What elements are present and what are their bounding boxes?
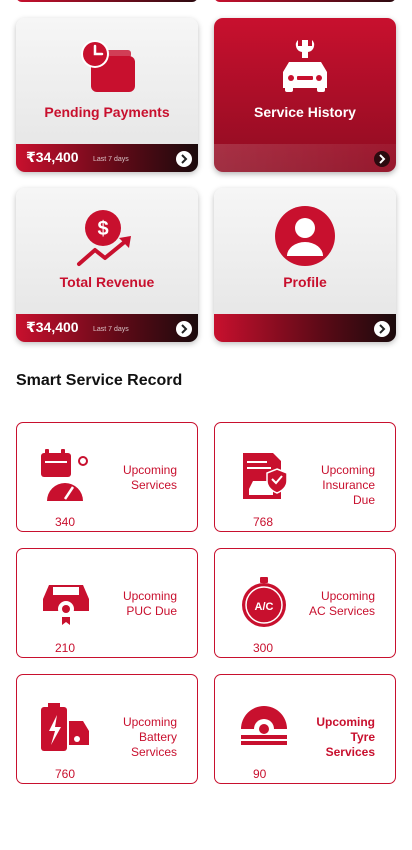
chevron-right-icon[interactable]	[374, 321, 390, 337]
card-label: Upcoming Insurance Due	[320, 463, 375, 507]
card-upcoming-puc[interactable]: Upcoming PUC Due 210	[16, 548, 198, 658]
pending-amount: ₹34,400	[26, 149, 79, 165]
card-label: Upcoming Tyre Services	[316, 715, 375, 759]
card-count: 90	[253, 767, 267, 781]
svg-text:$: $	[97, 218, 108, 240]
battery-car-icon	[41, 703, 89, 751]
card-count: 760	[55, 767, 76, 781]
calendar-gauge-icon	[41, 449, 88, 501]
card-count: 210	[55, 641, 76, 655]
tyre-icon	[241, 706, 287, 745]
tile-title: Profile	[283, 274, 327, 290]
chevron-right-icon[interactable]	[176, 151, 192, 167]
chevron-right-icon[interactable]	[374, 151, 390, 167]
card-upcoming-battery[interactable]: Upcoming Battery Services 760	[16, 674, 198, 784]
tile-footer: ₹34,400 Last 7 days	[16, 314, 198, 342]
card-label: Upcoming PUC Due	[122, 589, 177, 618]
previous-row-edge	[16, 0, 396, 4]
ac-timer-icon: A/C	[242, 577, 286, 627]
tile-footer	[214, 144, 396, 172]
tile-service-history[interactable]: Service History	[214, 18, 396, 172]
chevron-right-icon[interactable]	[176, 321, 192, 337]
svg-text:A/C: A/C	[255, 601, 274, 613]
tile-title: Pending Payments	[44, 104, 170, 120]
dollar-growth-icon: $	[77, 210, 131, 266]
tile-footer: ₹34,400 Last 7 days	[16, 144, 198, 172]
card-upcoming-ac[interactable]: A/C Upcoming AC Services 300	[214, 548, 396, 658]
card-label: Upcoming Services	[122, 463, 177, 492]
tile-title: Total Revenue	[59, 274, 155, 290]
tile-total-revenue[interactable]: $ Total Revenue ₹34,400 Last 7 days	[16, 188, 198, 342]
tile-title: Service History	[254, 104, 356, 120]
insurance-doc-icon	[243, 453, 288, 499]
card-label: Upcoming AC Services	[308, 589, 375, 618]
period-label: Last 7 days	[93, 326, 129, 333]
card-count: 300	[253, 641, 274, 655]
tile-footer	[214, 314, 396, 342]
card-upcoming-tyre[interactable]: Upcoming Tyre Services 90	[214, 674, 396, 784]
car-puc-icon	[43, 585, 89, 625]
revenue-amount: ₹34,400	[26, 319, 79, 335]
period-label: Last 7 days	[93, 156, 129, 163]
card-count: 768	[253, 515, 274, 529]
card-upcoming-insurance[interactable]: Upcoming Insurance Due 768	[214, 422, 396, 532]
car-wrench-icon	[283, 40, 327, 92]
previous-tile-footer-right	[214, 0, 396, 2]
section-title: Smart Service Record	[16, 372, 183, 389]
card-upcoming-services[interactable]: Upcoming Services 340	[16, 422, 198, 532]
wallet-clock-icon	[81, 40, 135, 92]
card-label: Upcoming Battery Services	[122, 715, 177, 759]
previous-tile-footer-left	[16, 0, 198, 2]
tile-profile[interactable]: Profile	[214, 188, 396, 342]
tile-pending-payments[interactable]: Pending Payments ₹34,400 Last 7 days	[16, 18, 198, 172]
card-count: 340	[55, 515, 76, 529]
user-avatar-icon	[275, 206, 335, 266]
